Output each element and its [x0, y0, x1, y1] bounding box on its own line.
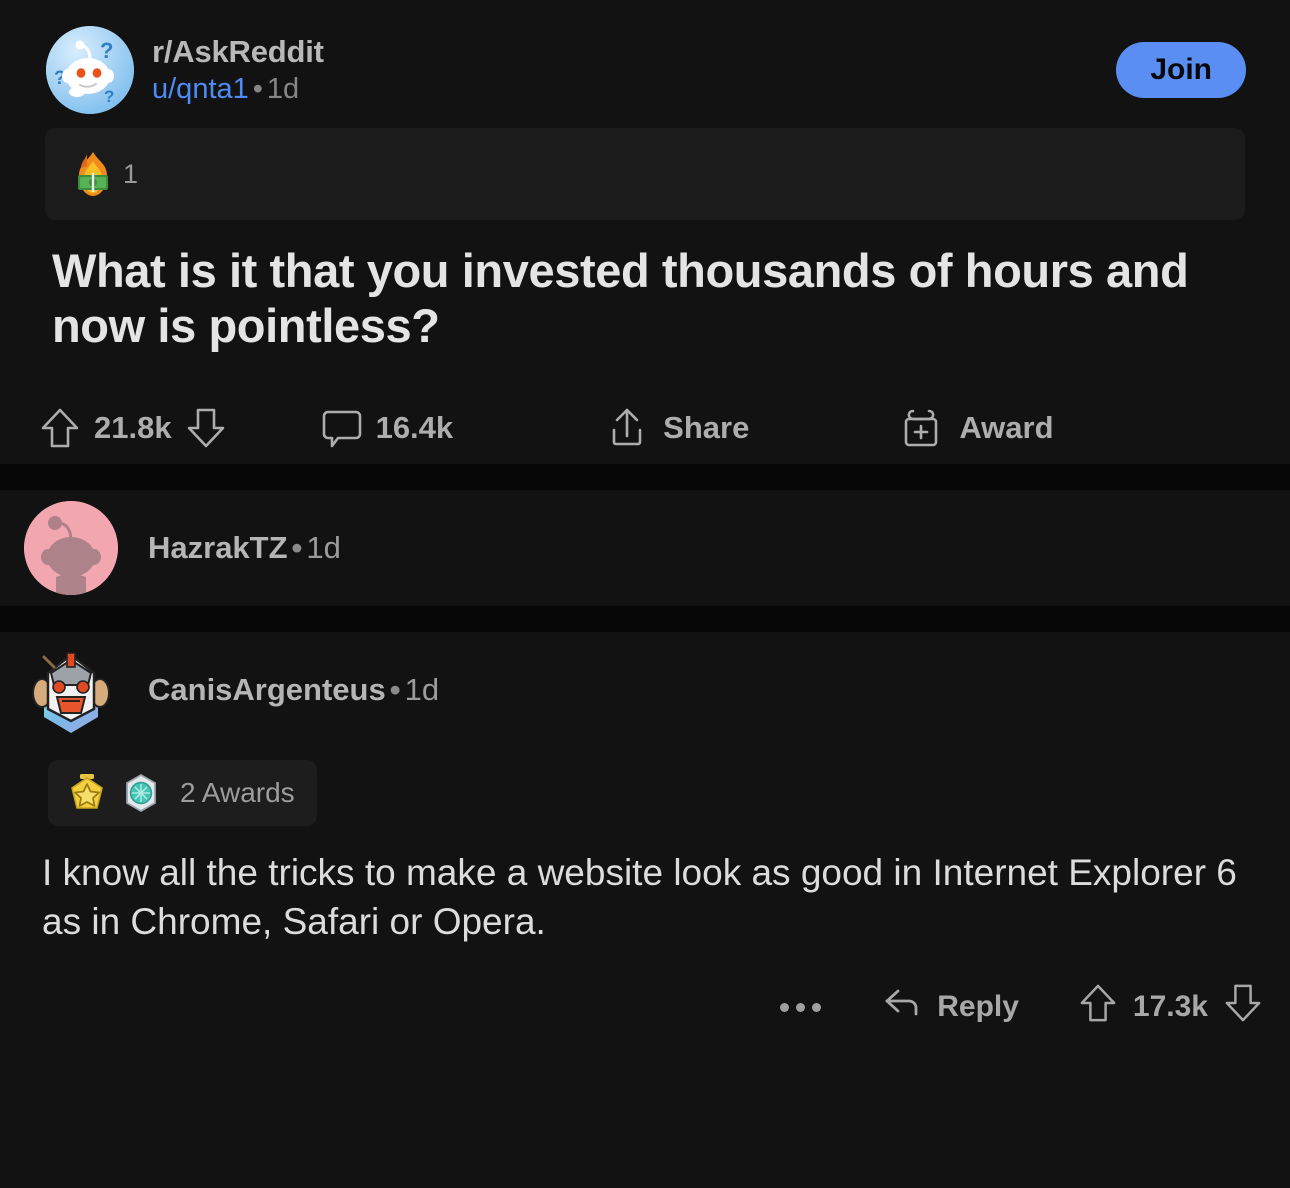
subreddit-avatar[interactable]: ? ? ? [46, 26, 134, 114]
byline-separator: • [291, 529, 303, 565]
gold-star-badge-icon [66, 772, 108, 814]
avatar[interactable] [24, 500, 118, 595]
byline-separator: • [252, 72, 263, 105]
post-share-button[interactable]: Share [607, 406, 749, 450]
award-chip[interactable]: 1 [67, 148, 138, 200]
overflow-menu-icon[interactable] [780, 1002, 822, 1012]
join-button[interactable]: Join [1116, 42, 1246, 98]
post-header-text: r/AskReddit u/qnta1 • 1d [152, 34, 324, 105]
mecha-avatar-icon [32, 652, 110, 733]
comment-body: I know all the tricks to make a website … [42, 851, 1237, 943]
downvote-arrow-icon[interactable] [1224, 982, 1262, 1032]
comment-author[interactable]: CanisArgenteus [148, 672, 386, 707]
reply-arrow-icon [881, 984, 923, 1030]
post-vote-group: 21.8k [40, 406, 226, 450]
upvote-arrow-icon[interactable] [40, 406, 80, 450]
section-divider [0, 463, 1290, 490]
comment-awards-pill[interactable]: 2 Awards [48, 759, 317, 826]
snoo-avatar-pink-icon [24, 500, 118, 595]
comment-vote-group: 17.3k [1079, 982, 1262, 1032]
comment-header-hazraktz: HazrakTZ • 1d [0, 490, 1290, 606]
post-score: 21.8k [94, 409, 172, 445]
comment-header-canisargenteus: CanisArgenteus • 1d [0, 632, 1290, 748]
award-count: 1 [123, 158, 139, 189]
reply-label: Reply [937, 990, 1019, 1024]
comment-author[interactable]: HazrakTZ [148, 530, 288, 565]
post-comment-count: 16.4k [375, 409, 454, 445]
byline-separator: • [389, 671, 401, 707]
post-share-label: Share [663, 409, 750, 445]
section-divider [0, 605, 1290, 632]
comment-age: 1d [404, 671, 440, 707]
comment-footer: Reply 17.3k [0, 972, 1290, 1042]
comment-byline-canisargenteus: CanisArgenteus • 1d [148, 672, 439, 708]
burning-money-award-icon [67, 148, 119, 200]
post-age: 1d [266, 72, 300, 105]
subreddit-name[interactable]: r/AskReddit [152, 34, 324, 70]
comment-awards-label: 2 Awards [180, 776, 295, 808]
downvote-arrow-icon[interactable] [186, 406, 226, 450]
teal-gem-badge-icon [120, 772, 162, 814]
avatar[interactable] [24, 643, 118, 737]
reddit-post-screen: ? ? ? r/AskReddit u/qnta1 • 1d Join 1 Wh… [0, 0, 1290, 1188]
post-award-label: Award [959, 409, 1054, 445]
post-byline: u/qnta1 • 1d [152, 73, 324, 105]
comment-byline-hazraktz: HazrakTZ • 1d [148, 530, 341, 566]
gift-award-icon [899, 406, 943, 450]
askreddit-snoo-icon: ? ? ? [46, 26, 134, 114]
comment-score: 17.3k [1132, 990, 1208, 1024]
comment-bubble-icon [322, 406, 362, 450]
post-title: What is it that you invested thousands o… [52, 244, 1189, 352]
post-award-bar[interactable]: 1 [45, 128, 1245, 220]
svg-text:?: ? [104, 87, 114, 106]
post-author[interactable]: u/qnta1 [152, 73, 249, 105]
post-award-button[interactable]: Award [899, 406, 1054, 450]
share-icon [607, 406, 647, 450]
upvote-arrow-icon[interactable] [1079, 982, 1117, 1032]
comment-age: 1d [306, 529, 341, 565]
post-comment-group[interactable]: 16.4k [322, 406, 468, 450]
svg-text:?: ? [100, 38, 113, 63]
post-action-bar: 21.8k 16.4k Share Award [40, 392, 1290, 464]
reply-button[interactable]: Reply [881, 984, 1019, 1030]
post-header: ? ? ? r/AskReddit u/qnta1 • 1d Join [0, 0, 1290, 114]
